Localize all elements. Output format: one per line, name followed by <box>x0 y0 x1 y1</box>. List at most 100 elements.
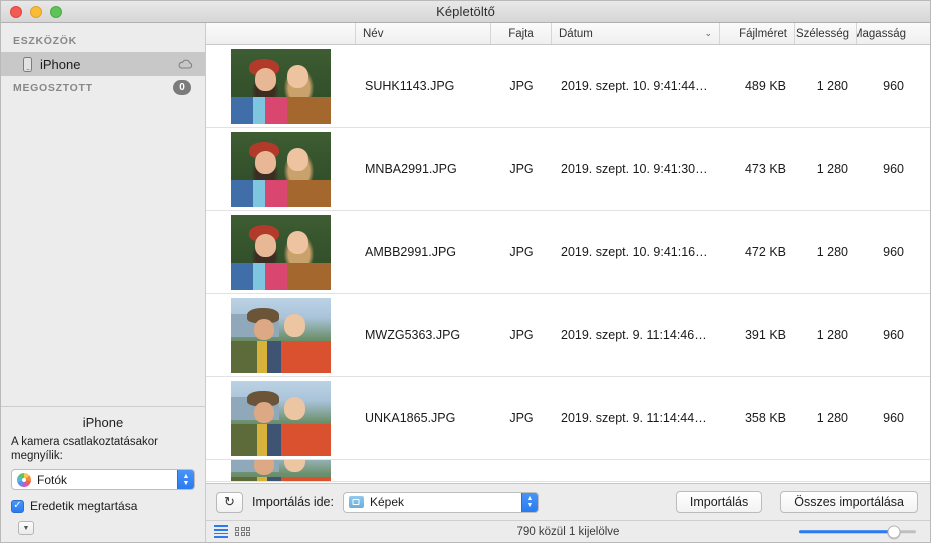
thumbnail-figure-left <box>255 68 276 91</box>
photo-list[interactable]: SUHK1143.JPG JPG 2019. szept. 10. 9:41:4… <box>206 45 930 483</box>
view-mode-toggles <box>214 525 251 538</box>
shared-count-badge: 0 <box>173 80 191 95</box>
folder-icon <box>348 496 364 508</box>
row-width: 1 280 <box>816 162 848 176</box>
device-name: iPhone <box>82 415 124 430</box>
chevron-up-icon: ▲ <box>182 472 190 480</box>
photo-thumbnail[interactable] <box>231 380 331 456</box>
default-app-value: Fotók <box>37 472 68 487</box>
column-header-name[interactable]: Név <box>356 23 491 44</box>
row-height: 960 <box>883 245 904 259</box>
column-header-width-label: Szélesség <box>795 27 849 40</box>
rotate-button[interactable]: ↻ <box>216 491 243 513</box>
row-date: 2019. szept. 9. 11:14:44… <box>561 411 707 425</box>
photo-thumbnail[interactable] <box>231 48 331 124</box>
photo-thumbnail[interactable] <box>231 214 331 290</box>
column-header-kind[interactable]: Fajta <box>491 23 552 44</box>
column-header-kind-label: Fajta <box>508 27 534 40</box>
row-filename: MWZG5363.JPG <box>365 328 461 342</box>
row-height: 960 <box>883 411 904 425</box>
slider-knob[interactable] <box>887 525 901 538</box>
row-filename: MNBA2991.JPG <box>365 162 457 176</box>
default-app-popup[interactable]: Fotók ▲ ▼ <box>11 469 195 490</box>
row-height: 960 <box>883 79 904 93</box>
cloud-icon[interactable] <box>178 59 193 69</box>
title-bar: Képletöltő <box>1 1 930 23</box>
keep-originals-checkbox[interactable]: ✓ <box>11 499 24 513</box>
thumbnail-figure-left <box>254 401 274 423</box>
traffic-lights <box>1 5 62 18</box>
row-width: 1 280 <box>816 411 848 425</box>
column-header-thumbnail[interactable] <box>206 23 356 44</box>
column-header-filesize[interactable]: Fájlméret <box>720 23 795 44</box>
chevron-down-icon: ▼ <box>182 479 190 487</box>
sidebar-header-shared: MEGOSZTOTT 0 <box>1 76 205 100</box>
grid-view-icon[interactable] <box>235 526 251 537</box>
image-capture-window: Képletöltő ESZKÖZÖK iPhone MEGOSZTOTT 0 … <box>0 0 931 543</box>
row-thumbnail-cell <box>206 128 356 210</box>
table-row[interactable]: SUHK1143.JPG JPG 2019. szept. 10. 9:41:4… <box>206 45 930 128</box>
rotate-icon: ↻ <box>224 494 235 509</box>
thumbnail-figure-right <box>284 460 305 472</box>
list-view-icon[interactable] <box>214 525 228 538</box>
import-all-button[interactable]: Összes importálása <box>780 491 918 513</box>
table-row[interactable]: MNBA2991.JPG JPG 2019. szept. 10. 9:41:3… <box>206 128 930 211</box>
row-thumbnail-cell <box>206 45 356 127</box>
device-info-panel: iPhone A kamera csatlakoztatásakor megny… <box>1 406 205 542</box>
keep-originals-row[interactable]: ✓ Eredetik megtartása <box>11 499 195 513</box>
content-area: Név Fajta Dátum ⌄ Fájlméret Szélesség Ma… <box>206 23 930 542</box>
row-filesize: 358 KB <box>744 411 786 425</box>
row-date: 2019. szept. 10. 9:41:30… <box>561 162 708 176</box>
row-height: 960 <box>883 328 904 342</box>
sidebar-disclosure-button[interactable]: ▼ <box>18 521 34 535</box>
row-width: 1 280 <box>816 245 848 259</box>
triangle-down-icon: ▼ <box>22 524 30 532</box>
sidebar-item-iphone-label: iPhone <box>40 56 81 72</box>
photo-thumbnail[interactable] <box>231 131 331 207</box>
sidebar: ESZKÖZÖK iPhone MEGOSZTOTT 0 iPhone A ka… <box>1 23 206 542</box>
thumbnail-figure-left <box>255 151 276 174</box>
column-header-height[interactable]: Magasság <box>857 23 913 44</box>
import-destination-popup[interactable]: Képek ▲ ▼ <box>342 491 539 513</box>
close-button[interactable] <box>10 5 22 18</box>
sidebar-header-shared-label: MEGOSZTOTT <box>13 81 93 94</box>
row-filesize: 472 KB <box>744 245 786 259</box>
row-kind: JPG <box>509 79 534 93</box>
column-header-width[interactable]: Szélesség <box>795 23 857 44</box>
import-button[interactable]: Importálás <box>675 491 763 513</box>
photo-thumbnail[interactable] <box>231 460 331 481</box>
import-bar: ↻ Importálás ide: Képek ▲ ▼ Importálás Ö… <box>206 483 930 520</box>
row-kind: JPG <box>509 411 534 425</box>
thumbnail-figure-left <box>255 234 276 257</box>
device-connect-description: A kamera csatlakoztatásakor megnyílik: <box>11 436 159 462</box>
row-date: 2019. szept. 9. 11:14:46… <box>561 328 707 342</box>
keep-originals-label: Eredetik megtartása <box>30 499 138 513</box>
row-thumbnail-cell <box>206 377 356 459</box>
column-header-filesize-label: Fájlméret <box>739 27 787 40</box>
import-destination-stepper-arrows[interactable]: ▲ ▼ <box>520 492 538 512</box>
minimize-button[interactable] <box>30 5 42 18</box>
import-destination-label: Importálás ide: <box>252 495 334 509</box>
table-row[interactable]: AMBB2991.JPG JPG 2019. szept. 10. 9:41:1… <box>206 211 930 294</box>
sort-descending-icon: ⌄ <box>704 28 712 38</box>
sidebar-item-iphone[interactable]: iPhone <box>1 52 205 76</box>
table-row[interactable]: UNKA1865.JPG JPG 2019. szept. 9. 11:14:4… <box>206 377 930 460</box>
photo-thumbnail[interactable] <box>231 297 331 373</box>
default-app-stepper-arrows[interactable]: ▲ ▼ <box>177 470 194 489</box>
window-body: ESZKÖZÖK iPhone MEGOSZTOTT 0 iPhone A ka… <box>1 23 930 542</box>
iphone-icon <box>23 56 32 72</box>
window-title: Képletöltő <box>436 4 495 19</box>
table-column-header: Név Fajta Dátum ⌄ Fájlméret Szélesség Ma… <box>206 23 930 45</box>
row-height: 960 <box>883 162 904 176</box>
row-kind: JPG <box>509 162 534 176</box>
row-kind: JPG <box>509 328 534 342</box>
thumbnail-figure-right <box>287 65 308 88</box>
table-row-partial[interactable] <box>206 460 930 482</box>
thumbnail-size-slider[interactable] <box>799 525 916 539</box>
column-header-date[interactable]: Dátum ⌄ <box>552 23 720 44</box>
row-width: 1 280 <box>816 328 848 342</box>
table-row[interactable]: MWZG5363.JPG JPG 2019. szept. 9. 11:14:4… <box>206 294 930 377</box>
row-thumbnail-cell <box>206 460 356 481</box>
maximize-button[interactable] <box>50 5 62 18</box>
thumbnail-figure-left <box>254 460 274 475</box>
